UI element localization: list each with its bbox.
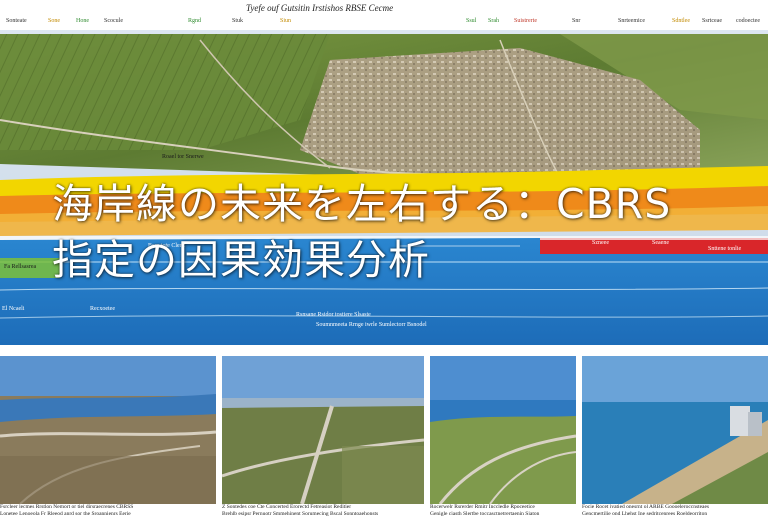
legend-label: Sonteate <box>6 18 27 24</box>
thumbnail-caption-line-1: Focie Rocet ivatied onesrnt ol ARBE Gooo… <box>582 504 710 510</box>
legend-label: Ssrtceae <box>702 18 722 24</box>
thumbnail-caption-line-2: Gencmertilie ond Lhehst Ine sedritcenree… <box>582 511 708 517</box>
thumbnail-image <box>430 356 576 504</box>
legend-label: Stuk <box>232 18 244 24</box>
legend-label: Snrteemice <box>618 18 645 24</box>
legend-label: Snr <box>572 18 581 24</box>
map-label-sea: Rsnsane Rsidor tostiere Slsaste <box>296 312 371 318</box>
thumbnail-card[interactable]: Fsrcleer lecmes Rrstlon Nemort or tiel d… <box>0 356 216 525</box>
coastal-map-illustration <box>0 0 768 345</box>
thumbnail-image <box>222 356 424 504</box>
thumbnail-caption-line-2: Genigle ciasth Slertbe toccasctnetrertae… <box>430 511 540 517</box>
headline-line-2: 指定の因果効果分析 <box>52 236 430 284</box>
thumbnail-caption-line-1: Rocerwelr Rsrerder Rmitr Inccledle Rpoce… <box>430 504 535 510</box>
map-label-coast: Fa Rellsasrea <box>4 264 37 270</box>
map-legend-strip: Sonteate Sone Hone Scocule Rgnd Stuk Siu… <box>0 0 768 30</box>
map-label-coast: Recxoetee <box>90 306 115 312</box>
thumbnail-image <box>0 356 216 504</box>
map-label-town: Roael tor Snerwe <box>162 154 204 160</box>
legend-label: Sdntlee <box>672 18 690 24</box>
map-label-coast: El Ncaeli <box>2 306 25 312</box>
thumbnail-caption-line-2: Lonetee Lenoeola Fr Rleeod anrd sor the … <box>0 511 131 517</box>
thumbnail-image <box>582 356 768 504</box>
thumbnail-card[interactable]: Z Sontedes coe Cte Concerted Erorectd Fe… <box>222 356 424 525</box>
thumbnail-card[interactable]: Focie Rocet ivatied onesrnt ol ARBE Gooo… <box>582 356 768 525</box>
thumbnail-caption-line-1: Z Sontedes coe Cte Concerted Erorectd Fe… <box>222 504 352 510</box>
hero-map-image: Sonteate Sone Hone Scocule Rgnd Stuk Siu… <box>0 0 768 345</box>
headline-line-1: 海岸線の未来を左右する：CBRS <box>52 180 672 228</box>
thumbnail-caption-line-1: Fsrcleer lecmes Rrstlon Nemort or tiel d… <box>0 504 134 510</box>
legend-label: Rgnd <box>188 18 202 24</box>
thumbnail-caption-line-2: Brehlb esipsr Pernuotr Smmehinent Sorume… <box>222 511 379 517</box>
legend-label: Suistrerte <box>514 18 537 24</box>
map-label-sea: Soumnmeeta Rrnge iwrle Sumlectorr Bsnode… <box>316 322 427 328</box>
headline-title: 海岸線の未来を左右する：CBRS 指定の因果効果分析 <box>52 176 752 288</box>
map-title: Tyefe ouf Gutsitin Irstishos RBSE Cecme <box>246 3 394 13</box>
legend-label: Siun <box>280 18 292 24</box>
legend-label: codoectee <box>736 18 760 24</box>
legend-label: Srah <box>488 18 499 24</box>
thumbnail-row: Fsrcleer lecmes Rrstlon Nemort or tiel d… <box>0 356 768 525</box>
thumbnail-card[interactable]: Rocerwelr Rsrerder Rmitr Inccledle Rpoce… <box>430 356 576 525</box>
legend-label: Ssul <box>466 18 477 24</box>
legend-label: Sone <box>48 18 60 24</box>
legend-label: Scocule <box>104 18 123 24</box>
legend-label: Hone <box>76 18 89 24</box>
